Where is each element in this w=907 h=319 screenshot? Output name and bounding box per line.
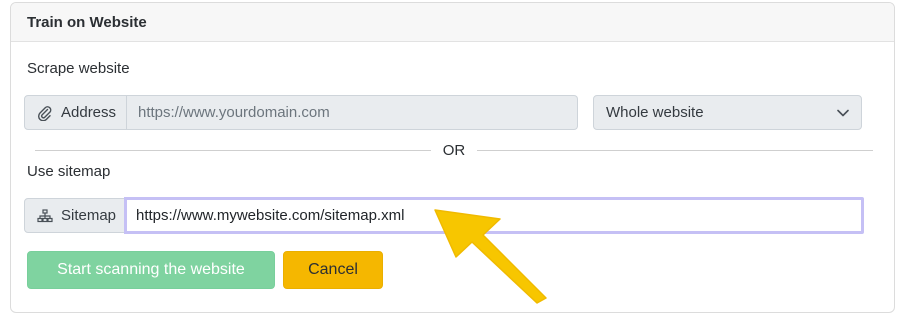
scope-select-value: Whole website (606, 104, 704, 121)
address-addon-label: Address (61, 104, 117, 121)
scrape-website-label: Scrape website (27, 60, 130, 77)
scope-select[interactable]: Whole website (593, 95, 862, 130)
sitemap-input-value: https://www.mywebsite.com/sitemap.xml (136, 207, 405, 224)
arrow-pointer-annotation (434, 209, 547, 304)
sitemap-addon-label: Sitemap (61, 207, 117, 224)
divider-line-right (477, 149, 873, 151)
paperclip-icon (37, 105, 53, 121)
address-placeholder: https://www.yourdomain.com (138, 104, 330, 121)
chevron-down-icon (837, 109, 849, 117)
or-divider: OR (35, 141, 873, 159)
sitemap-addon: Sitemap (24, 198, 125, 233)
start-scanning-label: Start scanning the website (57, 261, 245, 278)
cancel-button[interactable]: Cancel (283, 251, 383, 289)
address-addon: Address (24, 95, 127, 130)
card-header: Train on Website (11, 3, 894, 42)
use-sitemap-label: Use sitemap (27, 163, 111, 180)
cancel-label: Cancel (308, 261, 358, 278)
divider-line-left (35, 149, 431, 151)
card-title: Train on Website (27, 13, 147, 31)
address-input[interactable]: https://www.yourdomain.com (127, 95, 578, 130)
start-scanning-button[interactable]: Start scanning the website (27, 251, 275, 289)
sitemap-icon (37, 208, 53, 223)
or-text: OR (442, 141, 466, 159)
